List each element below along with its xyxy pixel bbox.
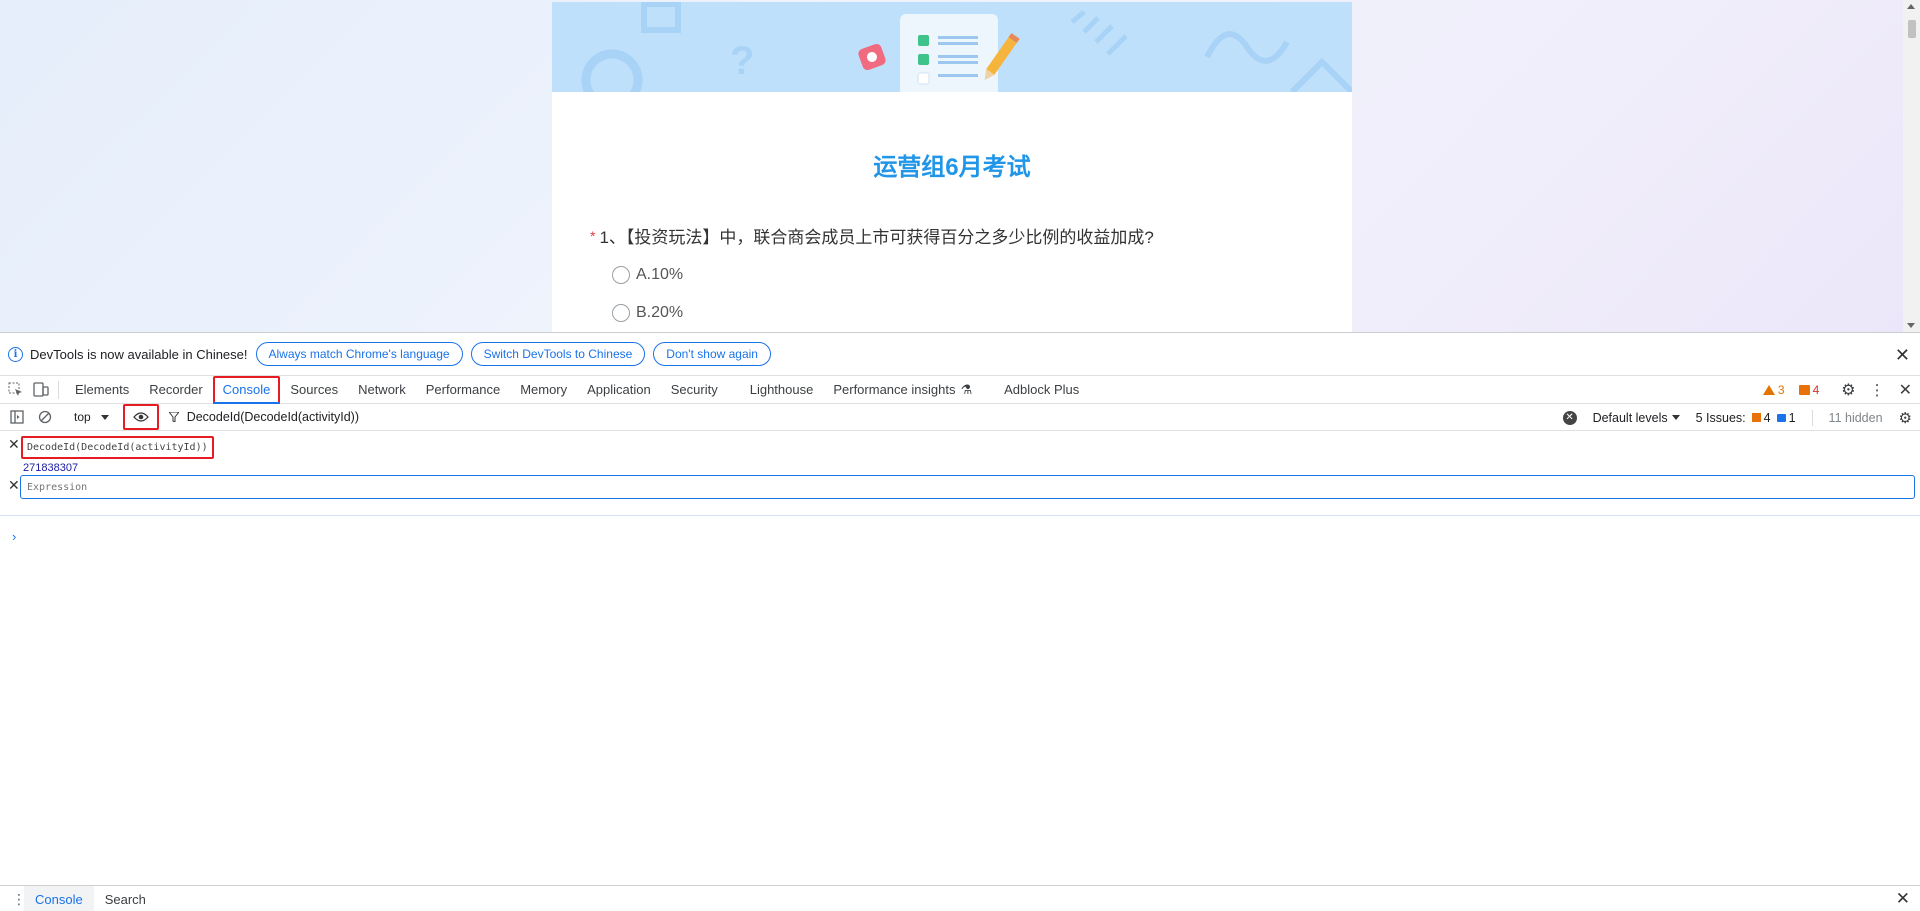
survey-card: ? 运营组6月考试 * 1、【投资玩法】中，联合商会成员上市可获得百分之多少比例… [552,2,1352,332]
tab-performance-insights[interactable]: Performance insights ⚗ [823,376,982,404]
device-toolbar-icon[interactable] [30,379,52,401]
radio-button[interactable] [612,266,630,284]
tab-sources[interactable]: Sources [280,376,348,404]
divider [58,380,59,399]
tabbar-right: 3 4 ⚙ ⋮ ✕ [1762,376,1912,404]
survey-title: 运营组6月考试 [873,154,1031,181]
option-label: A.10% [636,266,684,283]
option-a[interactable]: A.10% [612,266,683,284]
flask-icon: ⚗ [960,381,973,397]
live-expression-value: 271838307 [23,462,79,474]
banner-illustration: ? [581,2,1352,92]
issue-icon [1798,385,1810,395]
warning-icon [1762,385,1775,395]
filter-icon [168,412,179,422]
option-label: B.20% [636,304,684,321]
radio-button[interactable] [612,304,630,322]
inspect-element-icon[interactable] [4,379,26,401]
switch-to-chinese-button[interactable]: Switch DevTools to Chinese [470,342,646,366]
remove-expression-input-icon[interactable]: ✕ [8,477,20,494]
chevron-down-icon [1671,415,1680,420]
scroll-down-arrow-icon[interactable] [1907,323,1915,328]
tab-lighthouse[interactable]: Lighthouse [740,376,824,404]
required-mark: * [590,228,596,244]
chevron-down-icon [100,414,109,420]
tab-elements[interactable]: Elements [65,376,139,404]
filter-box[interactable]: DecodeId(DecodeId(activityId)) [168,410,359,424]
remove-expression-icon[interactable]: ✕ [8,436,20,453]
tab-performance[interactable]: Performance [416,376,510,404]
dont-show-again-button[interactable]: Don't show again [653,342,771,366]
console-prompt[interactable]: › [12,529,16,544]
context-label: top [74,410,91,424]
scroll-up-arrow-icon[interactable] [1907,4,1915,9]
eye-icon [132,412,149,422]
tab-network[interactable]: Network [348,376,416,404]
clear-console-icon[interactable] [34,406,56,428]
hidden-count: 11 hidden [1828,410,1883,425]
log-levels-dropdown[interactable]: Default levels [1593,411,1680,425]
live-expressions-pane: ✕ DecodeId(DecodeId(activityId)) 2718383… [0,431,1920,516]
svg-text:?: ? [730,39,754,83]
question-text: 1、【投资玩法】中，联合商会成员上市可获得百分之多少比例的收益加成? [599,228,1154,247]
console-settings-gear-icon[interactable]: ⚙ [1899,409,1912,427]
drawer-tab-search[interactable]: Search [94,886,157,911]
tab-recorder[interactable]: Recorder [139,376,212,404]
issue-error-icon [1751,413,1761,422]
expression-input[interactable] [20,475,1915,499]
tab-adblock-plus[interactable]: Adblock Plus [994,376,1089,404]
info-icon: i [8,346,23,362]
toolbar-right: ✕ Default levels 5 Issues: 4 1 11 hidden… [1562,404,1912,431]
page-scrollbar[interactable] [1903,0,1920,332]
divider [1811,409,1813,426]
drawer-tab-console[interactable]: Console [24,885,94,911]
live-expression-eye-button[interactable] [122,404,159,430]
question-1: * 1、【投资玩法】中，联合商会成员上市可获得百分之多少比例的收益加成? [590,223,1154,248]
filter-input-value[interactable]: DecodeId(DecodeId(activityId)) [187,410,359,424]
console-toolbar: top DecodeId(DecodeId(activityId)) ✕ Def… [0,404,1920,431]
close-drawer-icon[interactable]: ✕ [1896,889,1910,909]
language-infobar: i DevTools is now available in Chinese! … [0,333,1920,376]
close-devtools-icon[interactable]: ✕ [1899,380,1912,400]
match-language-button[interactable]: Always match Chrome's language [255,342,463,366]
infobar-message: DevTools is now available in Chinese! [30,346,248,362]
devtools-panel: i DevTools is now available in Chinese! … [0,332,1920,911]
sidebar-toggle-icon[interactable] [6,406,28,428]
devtools-tabbar: Elements Recorder Console Sources Networ… [0,375,1920,404]
issue-info-icon [1776,413,1786,422]
tab-security[interactable]: Security [661,376,728,404]
page-viewport: ? 运营组6月考试 * 1、【投资玩法】中，联合商会成员上市可获得百分之多少比例… [0,0,1920,332]
close-infobar-icon[interactable]: ✕ [1895,345,1910,366]
tab-label: Performance insights [833,382,956,397]
kebab-menu-icon[interactable]: ⋮ [1870,381,1885,399]
scrollbar-thumb[interactable] [1908,20,1916,38]
clear-filter-icon[interactable]: ✕ [1562,410,1577,425]
survey-banner: ? [552,2,1352,92]
drawer-menu-icon[interactable]: ⋮ [12,891,26,908]
gear-icon[interactable]: ⚙ [1841,380,1855,400]
context-selector[interactable]: top [74,410,109,424]
tab-memory[interactable]: Memory [510,376,577,404]
live-expression[interactable]: DecodeId(DecodeId(activityId)) [21,436,214,459]
tab-application[interactable]: Application [577,376,661,404]
issues-counter[interactable]: 5 Issues: 4 1 [1696,411,1796,425]
bottom-drawer: ⋮ Console Search ✕ [0,885,1920,911]
tab-console[interactable]: Console [212,375,281,404]
errors-count[interactable]: 4 [1798,383,1819,397]
warnings-count[interactable]: 3 [1762,383,1785,397]
option-b[interactable]: B.20% [612,304,683,322]
